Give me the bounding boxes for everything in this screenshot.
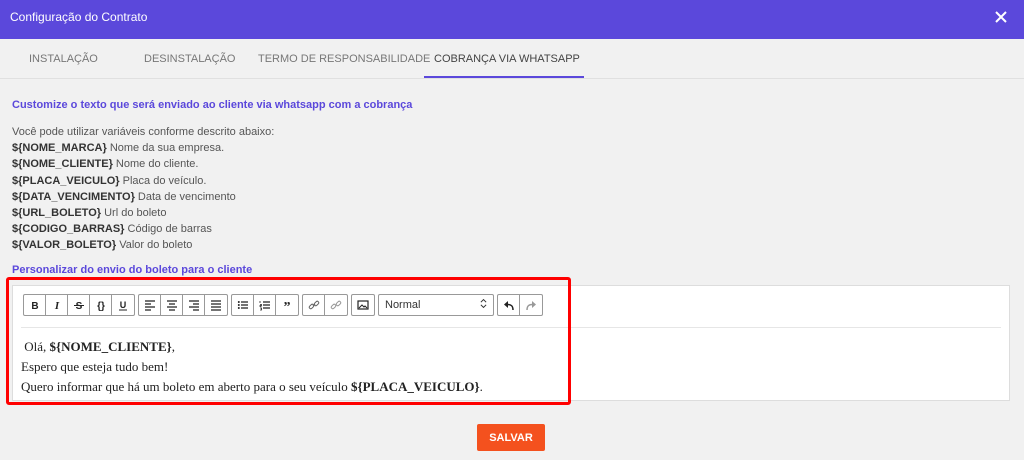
- window-title: Configuração do Contrato: [10, 10, 148, 24]
- variable-row: ${URL_BOLETO} Url do boleto: [12, 205, 274, 221]
- editor-line: Espero que esteja tudo bem!: [21, 359, 169, 374]
- variable-row: ${PLACA_VEICULO} Placa do veículo.: [12, 173, 274, 189]
- variable-desc: Url do boleto: [104, 207, 167, 220]
- title-bar: Configuração do Contrato: [0, 0, 1024, 39]
- align-left-icon[interactable]: [139, 295, 161, 315]
- redo-icon[interactable]: [520, 295, 542, 315]
- code-icon[interactable]: {}: [90, 295, 112, 315]
- align-right-icon[interactable]: [183, 295, 205, 315]
- variables-help: Você pode utilizar variáveis conforme de…: [12, 124, 274, 254]
- variable-name: ${NOME_CLIENTE}: [12, 158, 113, 171]
- toolbar-divider: [21, 327, 1001, 328]
- svg-text:{}: {}: [97, 301, 105, 311]
- variables-intro: Você pode utilizar variáveis conforme de…: [12, 126, 275, 138]
- variable-row: ${CODIGO_BARRAS} Código de barras: [12, 221, 274, 237]
- section-title: Customize o texto que será enviado ao cl…: [12, 99, 413, 111]
- variable-row: ${NOME_MARCA} Nome da sua empresa.: [12, 140, 274, 156]
- variable-name: ${VALOR_BOLETO}: [12, 239, 117, 252]
- variable-name: ${DATA_VENCIMENTO}: [12, 190, 135, 203]
- variable-name: ${PLACA_VEICULO}: [12, 174, 120, 187]
- svg-text:B: B: [31, 301, 38, 311]
- variable-row: ${NOME_CLIENTE} Nome do cliente.: [12, 156, 274, 172]
- blockquote-icon[interactable]: ”: [276, 295, 298, 315]
- variable-desc: Placa do veículo.: [122, 174, 207, 187]
- tab-cobranca-whatsapp[interactable]: COBRANÇA VIA WHATSAPP: [434, 53, 580, 65]
- underline-icon[interactable]: U: [112, 295, 134, 315]
- tab-termo-responsabilidade[interactable]: TERMO DE RESPONSABILIDADE: [258, 53, 430, 65]
- text-run: ,: [171, 339, 175, 354]
- text-run: .: [479, 379, 483, 394]
- bullet-list-icon[interactable]: [232, 295, 254, 315]
- svg-text:I: I: [53, 300, 59, 311]
- unlink-icon[interactable]: [325, 295, 347, 315]
- variable-desc: Nome da sua empresa.: [109, 142, 225, 155]
- text-run: Olá,: [24, 339, 50, 354]
- strike-icon[interactable]: S: [68, 295, 90, 315]
- svg-text:U: U: [120, 300, 127, 310]
- svg-text:”: ”: [284, 300, 291, 311]
- text-run: Quero informar que há um boleto em abert…: [21, 379, 351, 394]
- variable-desc: Valor do boleto: [119, 239, 193, 252]
- editor-line: Olá, ${NOME_CLIENTE},: [21, 337, 483, 357]
- align-center-icon[interactable]: [161, 295, 183, 315]
- template-variable: ${PLACA_VEICULO}: [350, 379, 480, 394]
- variable-desc: Nome do cliente.: [115, 158, 199, 171]
- toolbar-group-align: [138, 294, 228, 316]
- rich-text-editor[interactable]: B I S {} U ” Normal: [12, 285, 1010, 401]
- toolbar-group-image: [351, 294, 375, 316]
- editor-toolbar: B I S {} U ” Normal: [23, 294, 546, 318]
- image-icon[interactable]: [352, 295, 374, 315]
- close-icon[interactable]: [992, 8, 1010, 26]
- tab-bar: INSTALAÇÃO DESINSTALAÇÃO TERMO DE RESPON…: [0, 39, 1024, 79]
- italic-icon[interactable]: I: [46, 295, 68, 315]
- toolbar-group-format: B I S {} U: [23, 294, 135, 316]
- variable-name: ${URL_BOLETO}: [12, 207, 102, 220]
- format-select[interactable]: Normal: [378, 294, 494, 316]
- tab-instalacao[interactable]: INSTALAÇÃO: [29, 53, 98, 65]
- tab-desinstalacao[interactable]: DESINSTALAÇÃO: [144, 53, 236, 65]
- editor-content[interactable]: Olá, ${NOME_CLIENTE}, Espero que esteja …: [21, 337, 483, 397]
- toolbar-group-link: [302, 294, 348, 316]
- toolbar-group-lists: ”: [231, 294, 299, 316]
- bold-icon[interactable]: B: [24, 295, 46, 315]
- undo-icon[interactable]: [498, 295, 520, 315]
- template-variable: ${NOME_CLIENTE}: [49, 339, 172, 354]
- active-tab-indicator: [424, 76, 584, 78]
- editor-line: Quero informar que há um boleto em abert…: [21, 377, 483, 397]
- save-button[interactable]: SALVAR: [477, 424, 545, 451]
- variable-row: ${VALOR_BOLETO} Valor do boleto: [12, 237, 274, 253]
- link-icon[interactable]: [303, 295, 325, 315]
- variable-name: ${NOME_MARCA}: [12, 142, 107, 155]
- format-select-value: Normal: [385, 299, 421, 311]
- personalize-title: Personalizar do envio do boleto para o c…: [12, 264, 253, 276]
- select-arrows-icon: [480, 298, 487, 312]
- variable-row: ${DATA_VENCIMENTO} Data de vencimento: [12, 189, 274, 205]
- align-justify-icon[interactable]: [205, 295, 227, 315]
- variable-desc: Data de vencimento: [137, 190, 236, 203]
- toolbar-group-history: [497, 294, 543, 316]
- ordered-list-icon[interactable]: [254, 295, 276, 315]
- variable-name: ${CODIGO_BARRAS}: [12, 223, 125, 236]
- variable-desc: Código de barras: [127, 223, 212, 236]
